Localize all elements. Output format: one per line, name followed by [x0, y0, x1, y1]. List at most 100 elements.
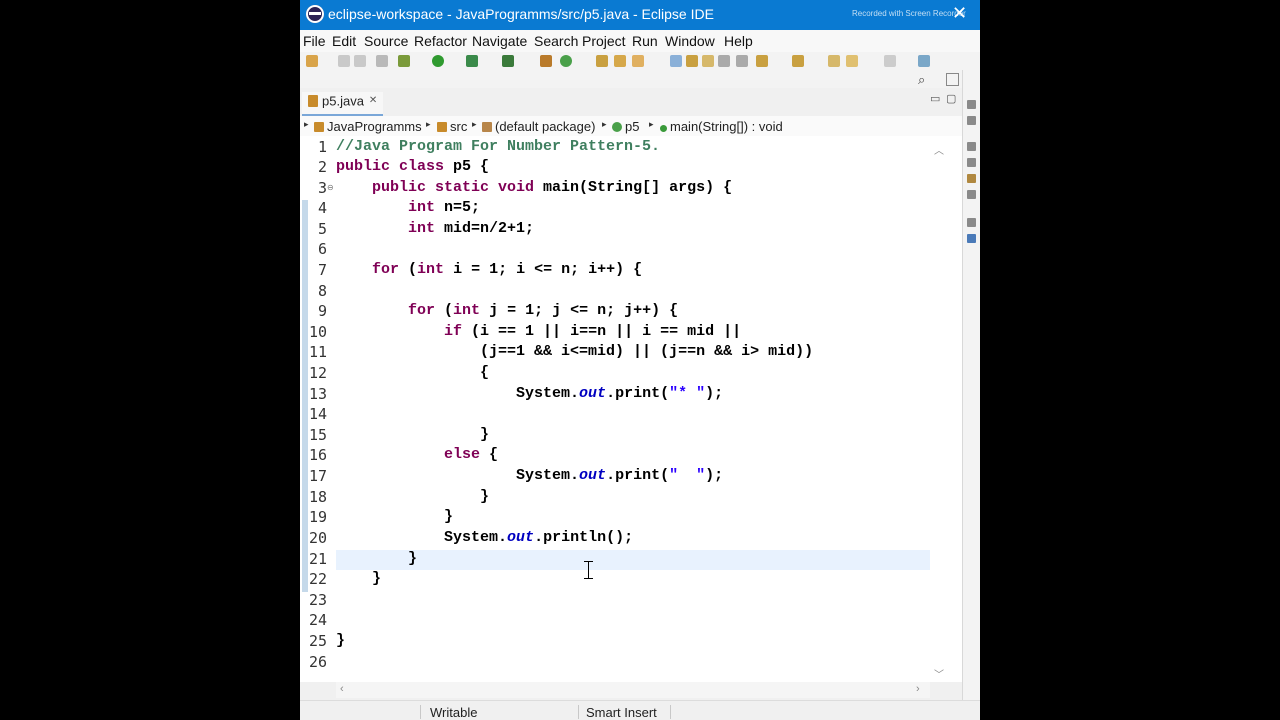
code-line: { — [336, 364, 489, 381]
paragraph-icon[interactable] — [736, 55, 748, 67]
menu-edit[interactable]: Edit — [332, 33, 356, 49]
line-number: 14 — [308, 405, 327, 423]
line-number: 23 — [308, 591, 327, 609]
javadoc-view-icon[interactable] — [967, 158, 976, 167]
code-text: } — [480, 488, 490, 505]
menu-file[interactable]: File — [303, 33, 326, 49]
next-annotation-icon[interactable] — [756, 55, 768, 67]
breadcrumb: ▸ JavaProgramms ▸ src ▸ (default package… — [300, 116, 962, 136]
debug-icon[interactable] — [398, 55, 410, 67]
perspective-icon[interactable] — [946, 73, 959, 86]
line-number: 25 — [308, 632, 327, 650]
previous-annotation-icon[interactable] — [792, 55, 804, 67]
skip-breakpoints-icon[interactable] — [376, 55, 388, 67]
search-icon[interactable]: ⌕ — [918, 72, 925, 88]
breadcrumb-class[interactable]: p5 — [612, 119, 639, 134]
close-window-icon[interactable]: ✕ — [952, 3, 967, 24]
insert-mode-status[interactable]: Smart Insert — [586, 705, 657, 720]
console-view-icon[interactable] — [967, 190, 976, 199]
line-number: 8 — [317, 282, 327, 300]
menu-navigate[interactable]: Navigate — [472, 33, 527, 49]
edit-icon[interactable] — [686, 55, 698, 67]
back-icon[interactable] — [846, 55, 858, 67]
breadcrumb-method-label: main(String[]) : void — [670, 119, 783, 134]
status-bar: Writable Smart Insert — [300, 700, 980, 720]
status-divider — [420, 705, 421, 719]
breadcrumb-package[interactable]: (default package) — [482, 119, 595, 134]
vertical-scrollbar[interactable]: ︿ ﹀ — [930, 136, 948, 682]
close-tab-icon[interactable]: ✕ — [369, 95, 377, 106]
last-edit-icon[interactable] — [828, 55, 840, 67]
scroll-left-icon[interactable]: ‹ — [340, 683, 344, 695]
menu-search[interactable]: Search — [534, 33, 578, 49]
open-task-icon[interactable] — [614, 55, 626, 67]
breadcrumb-src[interactable]: src — [437, 119, 467, 134]
fold-collapse-icon[interactable]: ⊖ — [327, 183, 334, 192]
save-icon[interactable] — [338, 55, 350, 67]
line-number: 13 — [308, 385, 327, 403]
code-text: } — [372, 570, 382, 587]
editor-tab-row: p5.java ✕ — [300, 90, 962, 116]
maximize-icon[interactable]: ▢ — [946, 92, 956, 105]
eclipse-logo-icon — [306, 5, 324, 23]
new-java-project-icon[interactable] — [540, 55, 552, 67]
horizontal-scrollbar[interactable]: ‹ › — [336, 682, 930, 698]
menu-project[interactable]: Project — [582, 33, 626, 49]
declaration-view-icon[interactable] — [967, 174, 976, 183]
debug-view-icon[interactable] — [967, 234, 976, 243]
code-text: (j==1 && i<=mid) || (j==n && i> mid)) — [480, 343, 814, 360]
open-type-icon[interactable] — [596, 55, 608, 67]
coverage-icon[interactable] — [466, 55, 478, 67]
block-selection-icon[interactable] — [702, 55, 714, 67]
editor-tab-p5-java[interactable]: p5.java ✕ — [302, 92, 384, 116]
task-list-icon[interactable] — [967, 116, 976, 125]
forward-icon[interactable] — [884, 55, 896, 67]
code-line: System.out.print(" "); — [336, 467, 723, 484]
toggle-mark-occurrences-icon[interactable] — [670, 55, 682, 67]
code-line: System.out.println(); — [336, 529, 633, 546]
code-keyword: int — [453, 302, 481, 319]
code-text: ); — [705, 385, 724, 402]
minimized-view-icon[interactable] — [967, 218, 976, 227]
text-cursor-icon — [584, 560, 593, 580]
writable-status: Writable — [430, 705, 478, 720]
line-number: 12 — [308, 364, 327, 382]
scroll-right-icon[interactable]: › — [916, 683, 920, 695]
menu-refactor[interactable]: Refactor — [414, 33, 467, 49]
new-icon[interactable] — [306, 55, 318, 67]
menu-help[interactable]: Help — [724, 33, 753, 49]
code-text: main(String[] args) { — [534, 179, 733, 196]
menu-run[interactable]: Run — [632, 33, 658, 49]
recorder-watermark: Recorded with Screen Recorder — [852, 9, 966, 18]
code-keyword: public class — [336, 158, 445, 175]
scroll-up-icon[interactable]: ︿ — [934, 142, 944, 157]
problems-view-icon[interactable] — [967, 142, 976, 151]
code-keyword: int — [417, 261, 445, 278]
breadcrumb-project[interactable]: JavaProgramms — [314, 119, 422, 134]
new-class-icon[interactable] — [560, 55, 572, 67]
code-keyword: for — [408, 302, 436, 319]
outline-view-icon[interactable] — [967, 100, 976, 109]
menu-source[interactable]: Source — [364, 33, 408, 49]
line-number: 1 — [317, 138, 327, 156]
code-line: int n=5; — [336, 199, 480, 216]
external-tools-icon[interactable] — [502, 55, 514, 67]
run-icon[interactable] — [432, 55, 444, 67]
search-tool-icon[interactable] — [632, 55, 644, 67]
minimize-icon[interactable]: ▭ — [930, 92, 940, 105]
line-number: 19 — [308, 508, 327, 526]
show-whitespace-icon[interactable] — [718, 55, 730, 67]
menu-window[interactable]: Window — [665, 33, 715, 49]
line-number: 3 — [317, 179, 327, 197]
code-line: //Java Program For Number Pattern-5. — [336, 138, 660, 155]
scroll-down-icon[interactable]: ﹀ — [934, 666, 944, 681]
pin-editor-icon[interactable] — [918, 55, 930, 67]
save-all-icon[interactable] — [354, 55, 366, 67]
code-text: { — [480, 446, 499, 463]
code-text: ( — [435, 302, 454, 319]
code-text: } — [444, 508, 454, 525]
package-icon — [482, 122, 492, 132]
window-title: eclipse-workspace - JavaProgramms/src/p5… — [328, 6, 714, 22]
code-editor[interactable]: 1 2 3 ⊖ 4 5 6 7 8 9 10 11 12 13 14 15 16… — [300, 136, 962, 682]
breadcrumb-method[interactable]: main(String[]) : void — [660, 119, 783, 134]
